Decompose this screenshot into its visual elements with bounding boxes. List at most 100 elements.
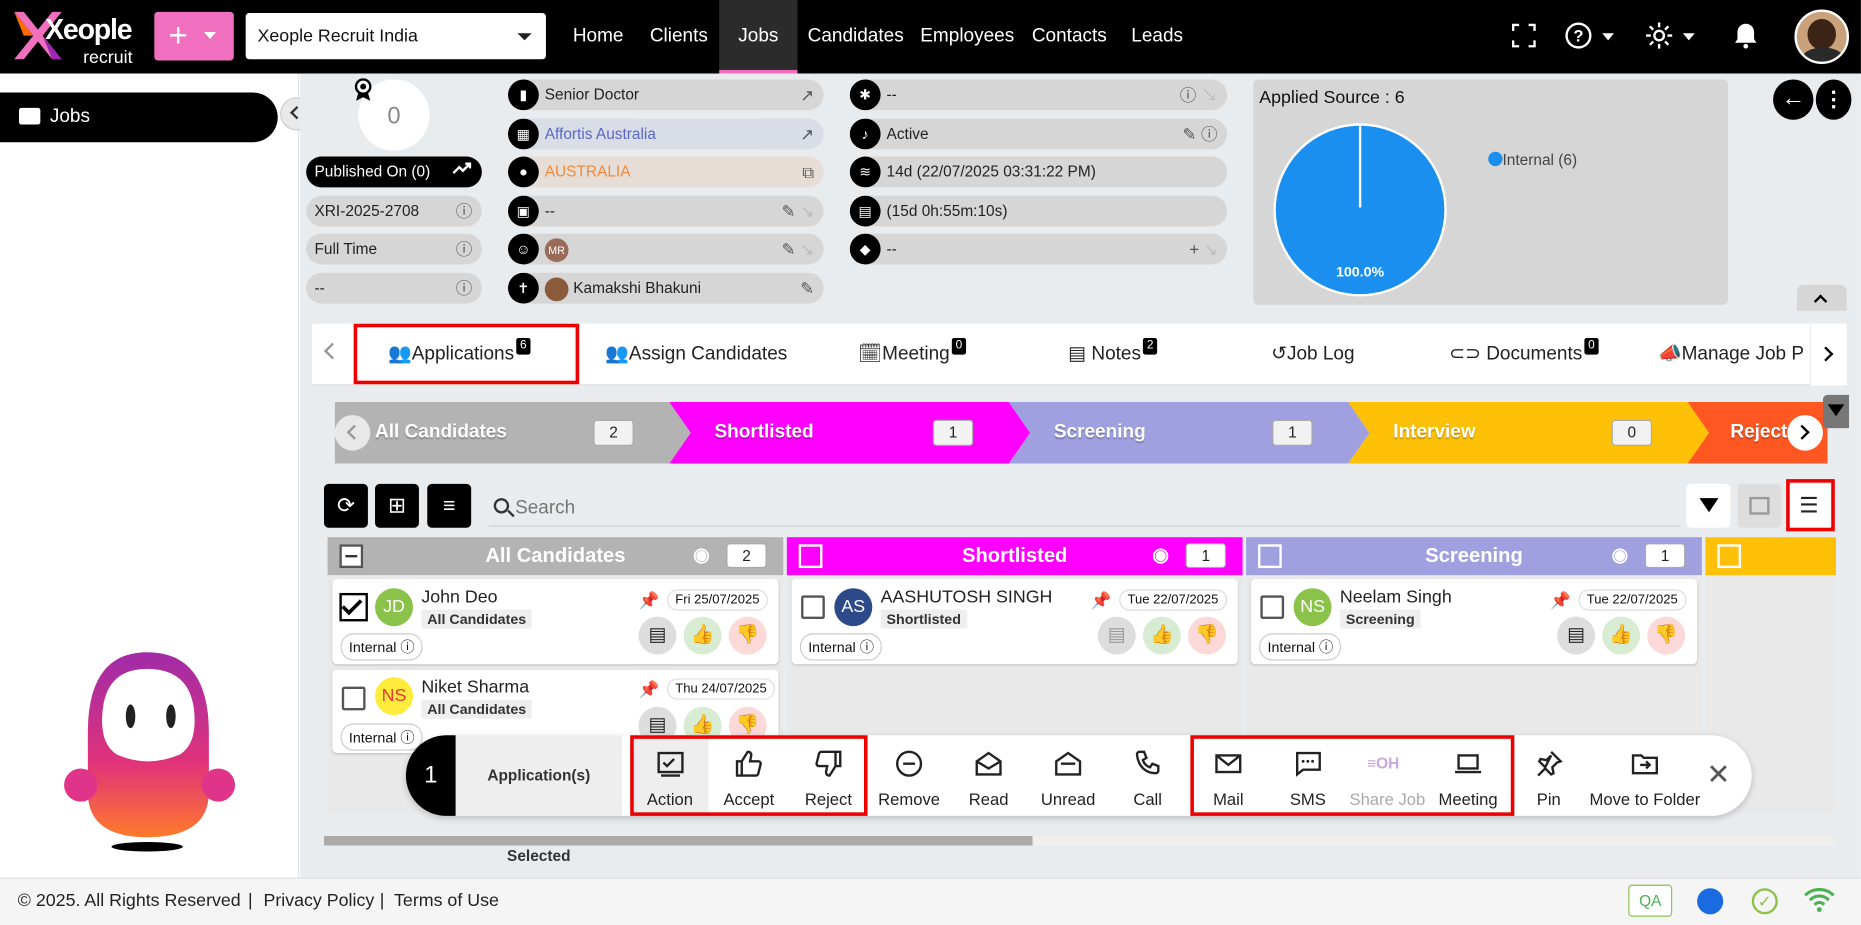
- stage-all-candidates[interactable]: All Candidates 2: [375, 402, 672, 464]
- card-checkbox-checked[interactable]: [339, 592, 368, 622]
- help-menu[interactable]: ?: [1564, 21, 1619, 54]
- tab-manage-job-portals[interactable]: 📣Manage Job P: [1658, 324, 1805, 386]
- resume-button[interactable]: ▤: [1557, 616, 1596, 655]
- edit-icon[interactable]: ✎ ↘: [782, 234, 814, 265]
- read-action-button[interactable]: Read: [949, 735, 1027, 816]
- candidate-name[interactable]: AASHUTOSH SINGH: [881, 587, 1053, 607]
- filter-side-button[interactable]: [1822, 394, 1850, 429]
- stage-interview[interactable]: Interview 0: [1393, 402, 1690, 464]
- sms-action-button[interactable]: SMS: [1269, 735, 1347, 816]
- sidebar-item-jobs[interactable]: Jobs: [0, 92, 278, 143]
- column-select-checkbox[interactable]: [339, 544, 364, 569]
- card-checkbox[interactable]: [801, 595, 825, 620]
- list-view-button[interactable]: ☰: [1788, 483, 1833, 528]
- candidate-name[interactable]: Neelam Singh: [1340, 587, 1452, 607]
- eye-icon[interactable]: ◉: [693, 537, 710, 575]
- bell-icon[interactable]: [1733, 21, 1759, 54]
- candidate-card[interactable]: JD John Deo All Candidates Internal ⓘ 📌 …: [332, 578, 779, 665]
- info-icon[interactable]: ⓘ: [456, 234, 473, 265]
- stage-screening[interactable]: Screening 1: [1054, 402, 1351, 464]
- info-icon[interactable]: ⓘ ↘: [1180, 79, 1218, 110]
- reject-button[interactable]: 👎: [1187, 616, 1226, 655]
- edit-icon[interactable]: ✎ ↘: [782, 196, 814, 227]
- share-job-action-button[interactable]: ≡OH Share Job: [1348, 735, 1426, 816]
- board-view-button[interactable]: [1737, 483, 1782, 528]
- eye-icon[interactable]: ◉: [1152, 537, 1169, 575]
- scrollbar-thumb[interactable]: [323, 836, 1033, 846]
- settings-menu[interactable]: [1645, 21, 1702, 54]
- edit-icon[interactable]: ✎ ⓘ: [1182, 119, 1217, 150]
- action-button[interactable]: Action: [631, 735, 709, 816]
- edit-icon[interactable]: ✎: [800, 273, 814, 304]
- stages-scroll-right[interactable]: [1787, 415, 1823, 451]
- tabs-scroll-right[interactable]: [1809, 323, 1847, 386]
- quick-add-button[interactable]: +: [154, 11, 234, 61]
- column-select-checkbox[interactable]: [1717, 544, 1742, 569]
- call-action-button[interactable]: Call: [1108, 735, 1186, 816]
- more-menu-button[interactable]: ⋮: [1815, 79, 1852, 120]
- column-select-checkbox[interactable]: [798, 544, 823, 569]
- user-avatar[interactable]: [1794, 9, 1850, 65]
- candidate-card[interactable]: NS Neelam Singh Screening Internal ⓘ 📌 T…: [1250, 578, 1698, 665]
- candidate-name[interactable]: Niket Sharma: [421, 677, 529, 697]
- pin-icon[interactable]: 📌: [1550, 591, 1571, 611]
- fullscreen-icon[interactable]: [1510, 21, 1538, 54]
- refresh-button[interactable]: ⟳: [323, 483, 368, 528]
- check-circle-icon[interactable]: ✓: [1751, 888, 1778, 915]
- accept-button[interactable]: 👍: [683, 616, 722, 655]
- sort-button[interactable]: ≡: [427, 483, 472, 528]
- move-to-folder-button[interactable]: Move to Folder: [1589, 735, 1701, 816]
- reject-action-button[interactable]: Reject: [789, 735, 867, 816]
- hierarchy-button[interactable]: ⊞: [375, 483, 419, 528]
- terms-of-use-link[interactable]: Terms of Use: [394, 879, 499, 924]
- stage-shortlisted[interactable]: Shortlisted 1: [714, 402, 1011, 464]
- info-icon[interactable]: ⓘ: [456, 196, 473, 227]
- tab-documents[interactable]: ⊂⊃ Documents 0: [1449, 324, 1599, 386]
- nav-jobs[interactable]: Jobs: [719, 0, 798, 74]
- resume-button[interactable]: ▤: [1097, 616, 1136, 655]
- candidate-name[interactable]: John Deo: [421, 587, 497, 607]
- tab-job-log[interactable]: ↺Job Log: [1271, 324, 1354, 386]
- close-selection-button[interactable]: ✕: [1704, 761, 1732, 789]
- column-select-checkbox[interactable]: [1258, 544, 1282, 569]
- organization-select[interactable]: Xeople Recruit India: [245, 13, 546, 60]
- nav-leads[interactable]: Leads: [1125, 0, 1189, 74]
- reject-button[interactable]: 👎: [728, 616, 767, 655]
- reject-button[interactable]: 👎: [1647, 616, 1686, 655]
- arrow-up-right-icon[interactable]: ↗: [800, 119, 814, 150]
- nav-home[interactable]: Home: [563, 0, 634, 74]
- tabs-scroll-left[interactable]: [323, 342, 341, 360]
- accept-action-button[interactable]: Accept: [709, 735, 790, 816]
- nav-contacts[interactable]: Contacts: [1025, 0, 1113, 74]
- meeting-action-button[interactable]: Meeting: [1428, 735, 1509, 816]
- nav-employees[interactable]: Employees: [916, 0, 1018, 74]
- client-link[interactable]: Affortis Australia: [545, 125, 656, 143]
- pin-icon[interactable]: 📌: [638, 680, 659, 700]
- arrow-up-right-icon[interactable]: ↗: [800, 79, 814, 110]
- xeople-logo[interactable]: Xeople recruit: [9, 5, 142, 69]
- pin-icon[interactable]: 📌: [1091, 591, 1112, 611]
- accept-button[interactable]: 👍: [1142, 616, 1181, 655]
- card-checkbox[interactable]: [341, 686, 366, 711]
- add-icon[interactable]: + ↘: [1189, 234, 1217, 265]
- card-checkbox[interactable]: [1260, 595, 1285, 620]
- external-link-icon[interactable]: ⧉: [802, 157, 814, 188]
- collapse-summary-button[interactable]: [1796, 284, 1847, 311]
- user-circle-icon[interactable]: [1697, 888, 1724, 915]
- privacy-policy-link[interactable]: Privacy Policy: [263, 879, 374, 924]
- nav-clients[interactable]: Clients: [641, 0, 717, 74]
- mail-action-button[interactable]: Mail: [1189, 735, 1267, 816]
- resume-button[interactable]: ▤: [638, 616, 677, 655]
- stages-scroll-left[interactable]: [334, 415, 371, 451]
- back-button[interactable]: ←: [1773, 79, 1814, 120]
- unread-action-button[interactable]: Unread: [1029, 735, 1107, 816]
- pin-action-button[interactable]: Pin: [1510, 735, 1588, 816]
- accept-button[interactable]: 👍: [1602, 616, 1641, 655]
- search-input[interactable]: [515, 493, 1655, 525]
- pin-icon[interactable]: 📌: [638, 591, 659, 611]
- remove-action-button[interactable]: Remove: [870, 735, 948, 816]
- candidate-card[interactable]: AS AASHUTOSH SINGH Shortlisted Internal …: [791, 578, 1238, 665]
- tab-notes[interactable]: ▤ Notes 2: [1068, 324, 1158, 386]
- tab-meeting[interactable]: 🗓Meeting 0: [858, 324, 966, 386]
- tab-assign-candidates[interactable]: 👥Assign Candidates: [605, 324, 787, 386]
